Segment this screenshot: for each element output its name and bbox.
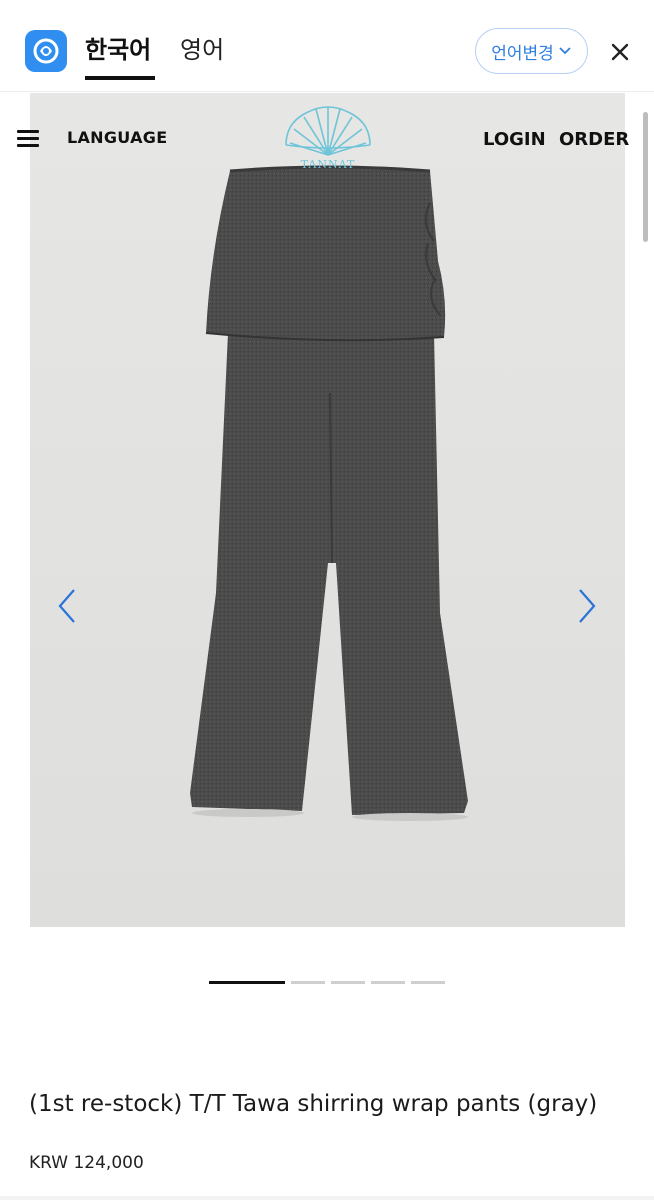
app-logo-icon[interactable]	[25, 30, 67, 72]
tab-english[interactable]: 영어	[180, 34, 224, 66]
change-language-label: 언어변경	[491, 43, 554, 64]
tab-korean[interactable]: 한국어	[85, 34, 151, 66]
site-language-link[interactable]: LANGUAGE	[67, 128, 167, 147]
gallery-pagination	[209, 981, 445, 984]
chevron-right-icon	[579, 589, 596, 623]
pagination-dot-3[interactable]	[331, 981, 365, 984]
pagination-dot-5[interactable]	[411, 981, 445, 984]
shell-logo-icon	[285, 106, 371, 156]
divider	[0, 1196, 654, 1200]
pagination-dot-4[interactable]	[371, 981, 405, 984]
close-button[interactable]	[606, 38, 634, 66]
previous-slide-button[interactable]	[54, 586, 80, 626]
product-title: (1st re-stock) T/T Tawa shirring wrap pa…	[29, 1091, 598, 1117]
brand-logo[interactable]: TANNAT	[280, 103, 376, 173]
change-language-button[interactable]: 언어변경	[475, 28, 588, 74]
brand-name: TANNAT	[300, 158, 356, 171]
product-photo-gray-pants	[30, 93, 625, 927]
pagination-dot-2[interactable]	[291, 981, 325, 984]
chevron-left-icon	[58, 589, 75, 623]
hamburger-menu-icon[interactable]	[17, 130, 39, 148]
pagination-dot-1[interactable]	[209, 981, 285, 984]
chevron-down-icon	[559, 47, 571, 55]
product-image-gallery[interactable]	[30, 93, 625, 927]
translator-bar: 한국어 영어 언어변경	[0, 0, 654, 92]
active-tab-indicator	[85, 76, 155, 80]
next-slide-button[interactable]	[574, 586, 600, 626]
login-link[interactable]: LOGIN	[483, 129, 546, 150]
product-price: KRW 124,000	[29, 1153, 144, 1173]
close-icon	[611, 43, 629, 61]
scrollbar[interactable]	[643, 112, 648, 242]
order-link[interactable]: ORDER	[559, 129, 629, 150]
